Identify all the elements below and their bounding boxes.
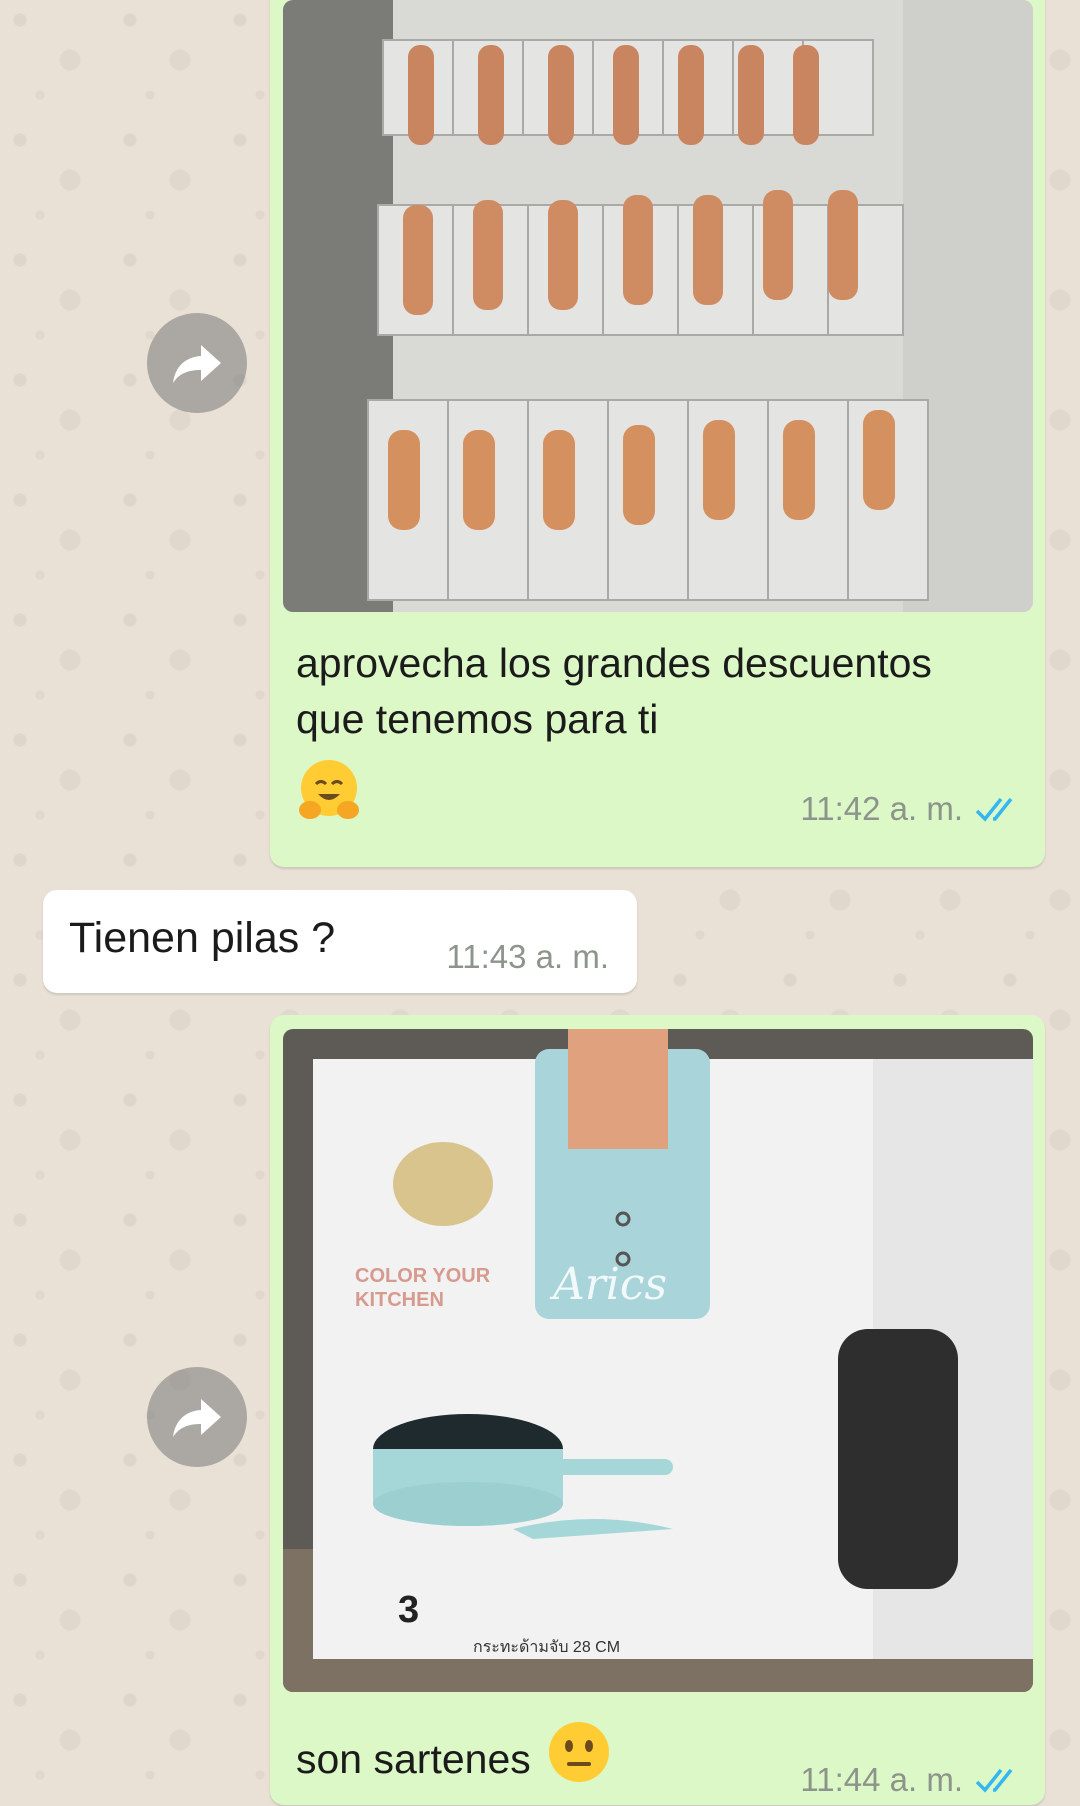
double-check-icon xyxy=(975,1768,1013,1793)
message-meta-2: 11:43 a. m. xyxy=(446,938,609,976)
photo-count-text: 3 xyxy=(398,1589,420,1631)
message-meta-1: 11:42 a. m. xyxy=(800,790,1021,828)
photo-brand-text: Arics xyxy=(553,1259,668,1310)
message-photo-3[interactable]: Arics COLOR YOUR KITCHEN 3 กระทะด้ามจับ … xyxy=(283,1029,1033,1692)
neutral-face-emoji-icon xyxy=(547,1720,611,1798)
message-time: 11:43 a. m. xyxy=(446,938,609,975)
message-meta-3: 11:44 a. m. xyxy=(800,1761,1021,1799)
message-caption-3: son sartenes xyxy=(296,1720,611,1798)
photo-slogan-text: COLOR YOUR KITCHEN xyxy=(355,1265,491,1311)
message-time: 11:42 a. m. xyxy=(800,790,963,827)
message-time: 11:44 a. m. xyxy=(800,1761,963,1798)
photo-footer-text: กระทะด้ามจับ 28 CM xyxy=(473,1639,621,1656)
message-photo-1[interactable] xyxy=(283,0,1033,612)
caption-text: aprovecha los grandes descuentos que ten… xyxy=(296,640,932,742)
message-bubble-outgoing-3[interactable]: Arics COLOR YOUR KITCHEN 3 กระทะด้ามจับ … xyxy=(270,1015,1045,1805)
forward-button-3[interactable] xyxy=(147,1367,247,1467)
pan-box-photo xyxy=(283,1029,1033,1692)
message-text-2: Tienen pilas ? xyxy=(69,910,335,966)
forward-arrow-icon xyxy=(173,1399,221,1437)
message-bubble-incoming-2[interactable]: Tienen pilas ? 11:43 a. m. xyxy=(43,890,637,993)
double-check-icon xyxy=(975,797,1013,822)
message-caption-1: aprovecha los grandes descuentos que ten… xyxy=(296,635,996,747)
forward-arrow-icon xyxy=(173,345,221,383)
message-bubble-outgoing-1[interactable]: aprovecha los grandes descuentos que ten… xyxy=(270,0,1045,867)
message-text: Tienen pilas ? xyxy=(69,914,336,962)
forward-button-1[interactable] xyxy=(147,313,247,413)
toy-boxes-photo xyxy=(283,0,1033,612)
hugging-face-emoji-icon xyxy=(296,758,362,824)
caption-text: son sartenes xyxy=(296,1736,531,1782)
